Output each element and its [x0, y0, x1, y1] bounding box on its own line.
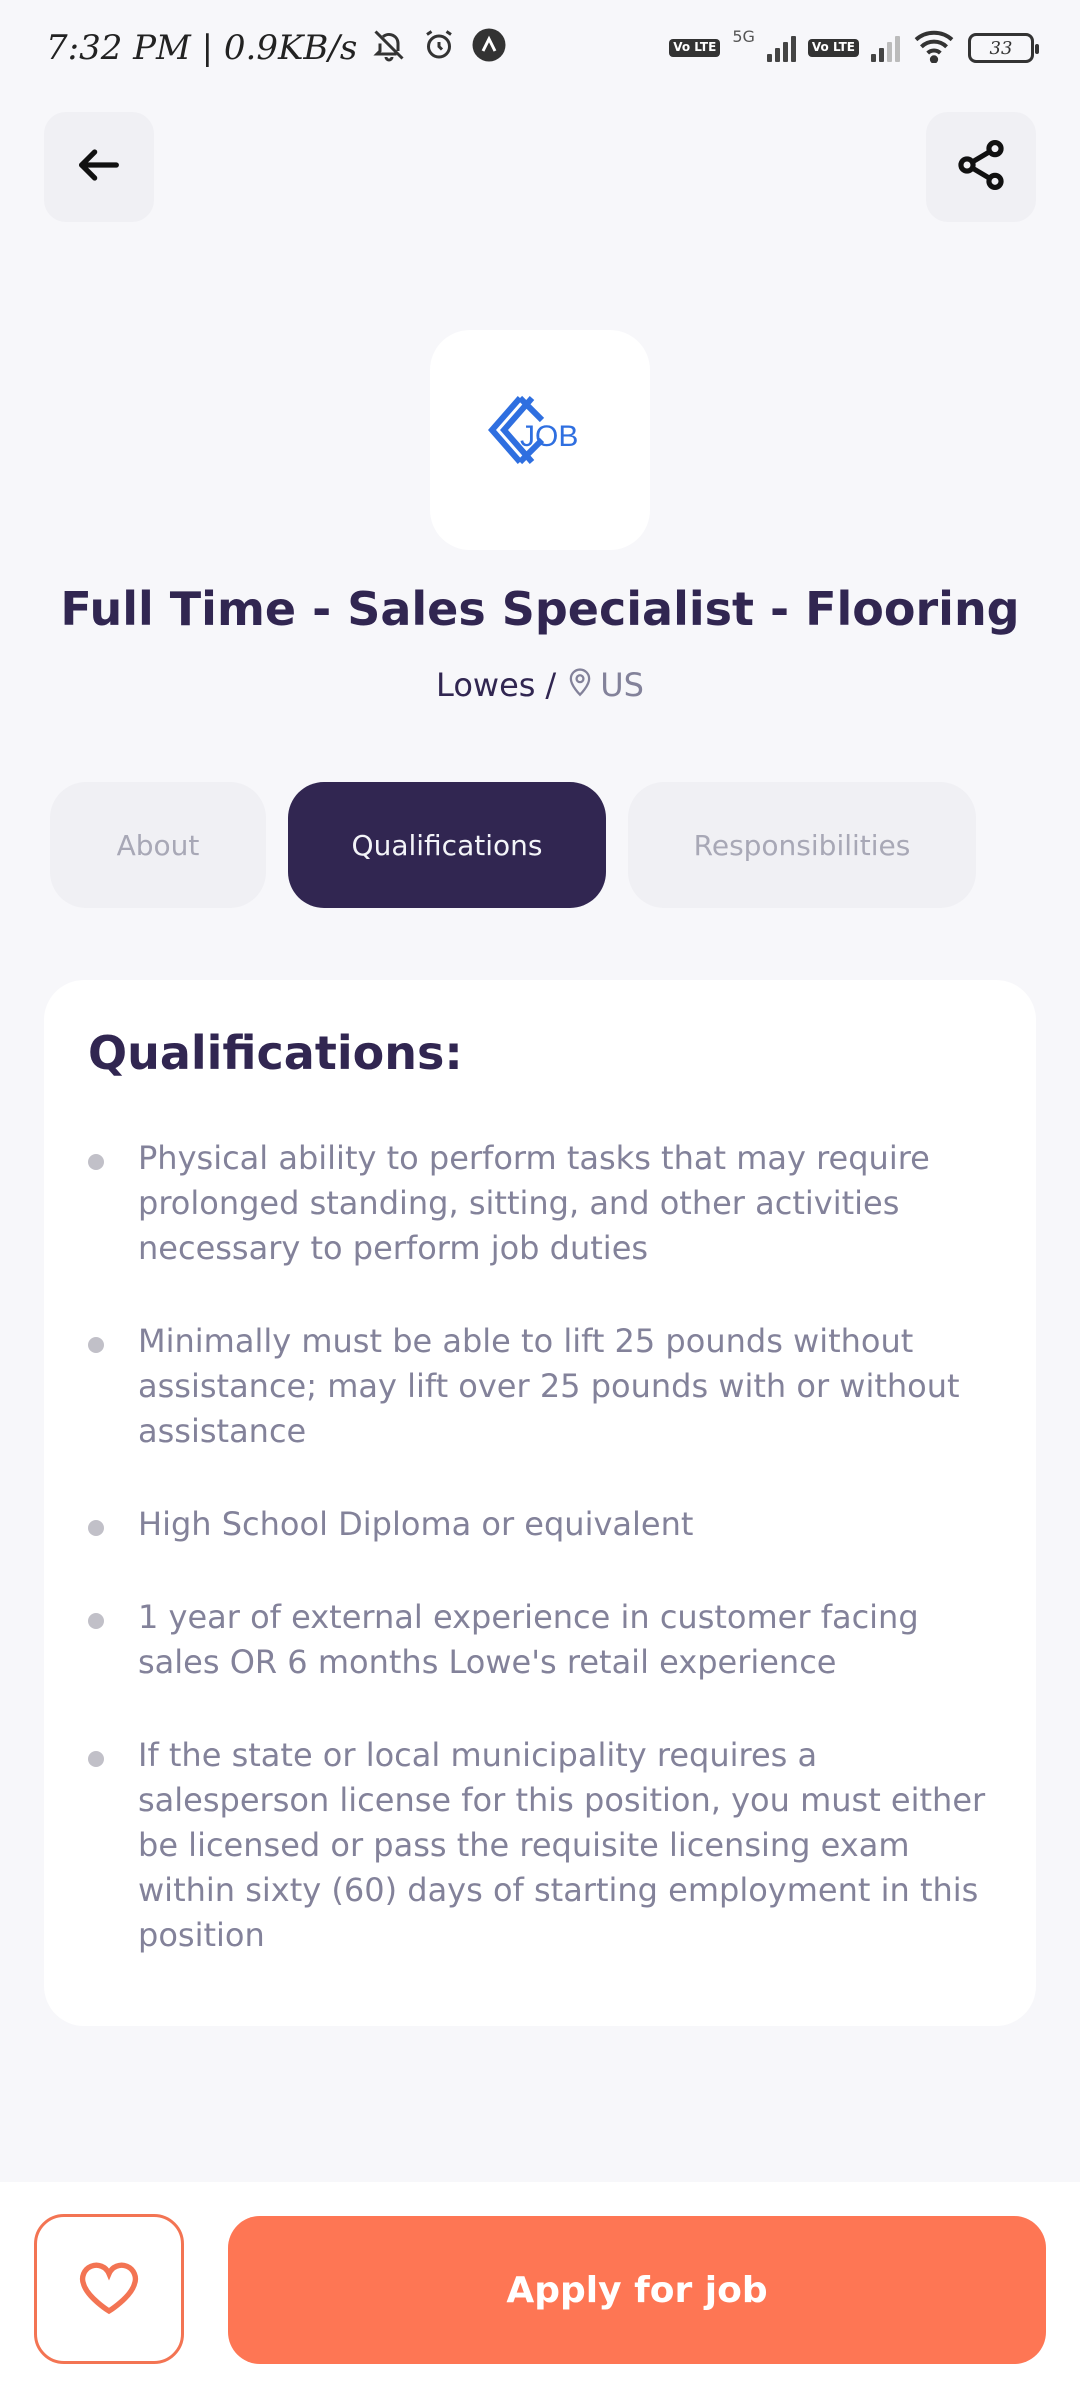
heart-icon: [77, 2257, 141, 2321]
list-item: If the state or local municipality requi…: [88, 1733, 992, 1958]
qualification-text: If the state or local municipality requi…: [138, 1736, 986, 1954]
back-button[interactable]: [44, 112, 154, 222]
app-notification-icon: [471, 27, 507, 69]
volte-badge: Vo LTE: [669, 39, 721, 57]
qualifications-heading: Qualifications:: [88, 1026, 463, 1080]
bullet-icon: [88, 1751, 104, 1767]
wifi-icon: [912, 27, 956, 69]
qualification-text: Physical ability to perform tasks that m…: [138, 1139, 930, 1267]
network-type-label: 5G: [732, 27, 755, 46]
logo-text: JOB: [520, 420, 578, 453]
tab-responsibilities[interactable]: Responsibilities: [628, 782, 976, 908]
bullet-icon: [88, 1613, 104, 1629]
status-bar: 7:32 PM | 0.9KB/s Vo LTE 5G Vo LTE 33: [0, 0, 1080, 96]
footer-bar: Apply for job: [0, 2182, 1080, 2400]
job-location: US: [566, 665, 644, 705]
tab-bar: About Qualifications Responsibilities: [50, 782, 976, 908]
battery-level: 33: [989, 37, 1013, 59]
qualification-text: High School Diploma or equivalent: [138, 1505, 694, 1543]
qualification-text: Minimally must be able to lift 25 pounds…: [138, 1322, 960, 1450]
signal-strength-icon: [766, 34, 796, 62]
qualifications-card: Qualifications: Physical ability to perf…: [44, 980, 1036, 2026]
meta-separator: /: [545, 666, 557, 704]
status-left: 7:32 PM | 0.9KB/s: [46, 27, 507, 69]
company-logo: JOB: [430, 330, 650, 550]
signal-strength-icon-2: [871, 34, 900, 62]
alarm-icon: [421, 27, 457, 69]
bullet-icon: [88, 1337, 104, 1353]
battery-icon: 33: [968, 33, 1039, 63]
tab-about[interactable]: About: [50, 782, 266, 908]
job-meta: Lowes / US: [0, 665, 1080, 705]
arrow-left-icon: [73, 139, 125, 195]
location-pin-icon: [566, 665, 594, 705]
qualification-text: 1 year of external experience in custome…: [138, 1598, 919, 1681]
qualifications-list: Physical ability to perform tasks that m…: [88, 1136, 992, 1958]
favorite-button[interactable]: [34, 2214, 184, 2364]
job-logo-icon: JOB: [488, 395, 578, 465]
list-item: Minimally must be able to lift 25 pounds…: [88, 1319, 992, 1454]
status-time: 7:32 PM | 0.9KB/s: [46, 28, 358, 68]
bullet-icon: [88, 1154, 104, 1170]
share-icon: [953, 137, 1009, 197]
company-name: Lowes: [436, 666, 536, 704]
status-right: Vo LTE 5G Vo LTE 33: [669, 27, 1039, 69]
list-item: 1 year of external experience in custome…: [88, 1595, 992, 1685]
bullet-icon: [88, 1520, 104, 1536]
job-title: Full Time - Sales Specialist - Flooring: [60, 582, 1020, 636]
apply-button[interactable]: Apply for job: [228, 2216, 1046, 2364]
tab-qualifications[interactable]: Qualifications: [288, 782, 606, 908]
list-item: Physical ability to perform tasks that m…: [88, 1136, 992, 1271]
mute-bell-icon: [371, 27, 407, 69]
list-item: High School Diploma or equivalent: [88, 1502, 992, 1547]
share-button[interactable]: [926, 112, 1036, 222]
location-label: US: [600, 666, 644, 704]
volte-badge-2: Vo LTE: [807, 39, 859, 57]
